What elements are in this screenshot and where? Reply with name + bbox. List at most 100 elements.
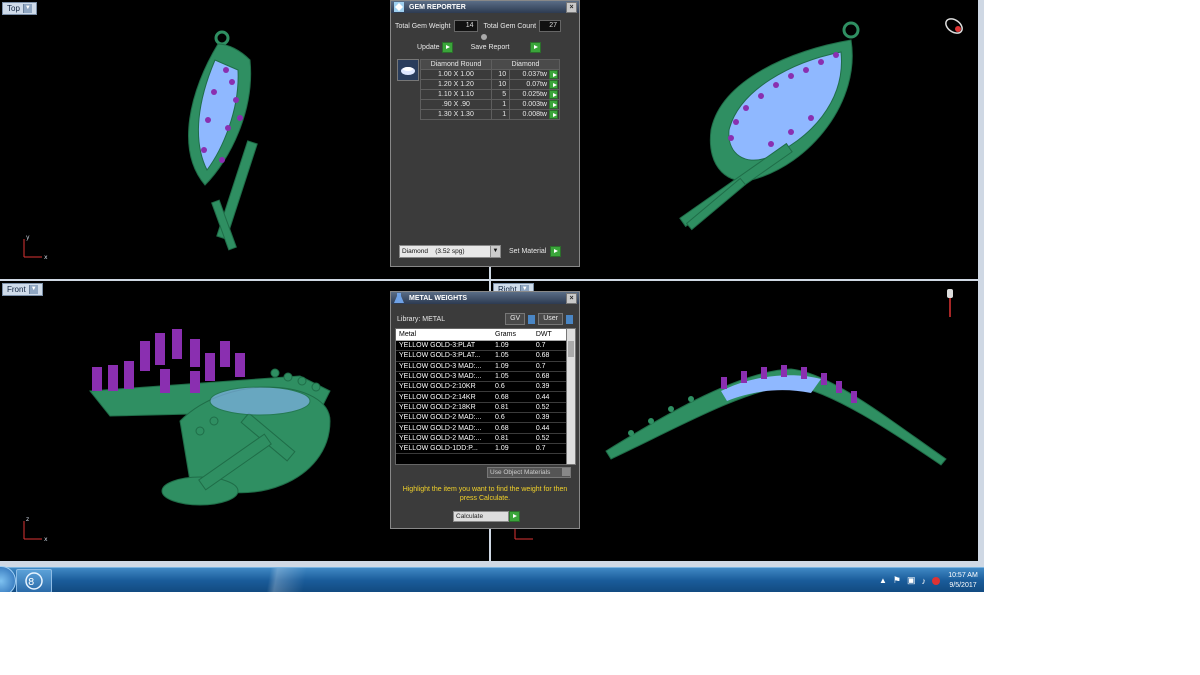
gem-weight-cell: 0.037tw bbox=[509, 69, 560, 80]
taskbar: 8 ▲ ⚑ ▣ ♪ 10:57 AM 9/5/2017 bbox=[0, 566, 984, 592]
metal-table-row[interactable]: YELLOW GOLD-2 MAD:... 0.6 0.39 bbox=[396, 412, 566, 424]
volume-icon[interactable]: ♪ bbox=[922, 576, 927, 586]
gem-table-row[interactable]: 1.00 X 1.00 10 0.037tw bbox=[420, 69, 560, 80]
gem-weight-value: 0.07tw bbox=[526, 81, 547, 88]
metal-table-row[interactable]: YELLOW GOLD-2:14KR 0.68 0.44 bbox=[396, 391, 566, 403]
flag-icon[interactable]: ⚑ bbox=[893, 575, 901, 586]
metal-dwt-cell: 0.44 bbox=[532, 391, 566, 403]
metal-table-row[interactable]: YELLOW GOLD-2:10KR 0.6 0.39 bbox=[396, 381, 566, 393]
chevron-down-icon: ▼ bbox=[490, 246, 500, 257]
start-button[interactable] bbox=[0, 566, 16, 592]
axis-x-label: x bbox=[44, 536, 48, 543]
play-icon[interactable] bbox=[549, 70, 558, 79]
clock[interactable]: 10:57 AM 9/5/2017 bbox=[946, 571, 980, 591]
gem-totals-row: Total Gem Weight 14 Total Gem Count 27 bbox=[395, 20, 562, 32]
metal-table-scrollbar[interactable] bbox=[566, 328, 576, 465]
metal-table-row[interactable]: YELLOW GOLD-1DD:P... 1.09 0.7 bbox=[396, 443, 566, 455]
col-grams[interactable]: Grams bbox=[492, 329, 533, 341]
user-button[interactable]: User bbox=[538, 313, 563, 325]
gem-weight-cell: 0.008tw bbox=[509, 109, 560, 120]
info-icon[interactable] bbox=[566, 314, 573, 324]
gem-icon bbox=[394, 2, 404, 12]
total-count-field: 27 bbox=[539, 20, 562, 32]
metal-table-row[interactable]: YELLOW GOLD-3:PLAT... 1.05 0.68 bbox=[396, 350, 566, 362]
axis-z-label: z bbox=[26, 516, 29, 523]
set-material-label: Set Material bbox=[509, 248, 547, 255]
metal-table-row[interactable]: YELLOW GOLD-2 MAD:... 0.68 0.44 bbox=[396, 422, 566, 434]
close-icon[interactable]: × bbox=[566, 2, 577, 13]
gem-size-cell: .90 X .90 bbox=[420, 99, 492, 110]
gem-table-row[interactable]: 1.30 X 1.30 1 0.008tw bbox=[420, 109, 560, 120]
play-icon bbox=[529, 42, 541, 53]
header-shape: Diamond Round bbox=[420, 59, 492, 70]
checkbox-icon bbox=[562, 468, 570, 476]
metal-table-row[interactable]: YELLOW GOLD-3 MAD:... 1.05 0.68 bbox=[396, 371, 566, 383]
gem-table-row[interactable]: 1.20 X 1.20 10 0.07tw bbox=[420, 79, 560, 90]
update-label: Update bbox=[417, 44, 440, 51]
metal-table-row[interactable]: YELLOW GOLD-2:18KR 0.81 0.52 bbox=[396, 402, 566, 414]
metal-grams-cell: 1.09 bbox=[492, 340, 533, 352]
use-object-materials-toggle[interactable]: Use Object Materials bbox=[487, 467, 571, 478]
metal-name-cell: YELLOW GOLD-3 MAD:... bbox=[396, 371, 492, 383]
gem-count-cell: 10 bbox=[490, 79, 511, 90]
use-object-materials-label: Use Object Materials bbox=[490, 469, 551, 476]
play-icon bbox=[550, 246, 562, 257]
axis-gizmo: z x bbox=[22, 513, 52, 543]
metal-table-row[interactable]: YELLOW GOLD-3 MAD:... 1.09 0.7 bbox=[396, 361, 566, 372]
camera-icon[interactable] bbox=[942, 287, 958, 321]
material-select[interactable]: Diamond (3.52 spg) ▼ bbox=[399, 245, 501, 258]
metal-grams-cell: 0.81 bbox=[492, 402, 533, 414]
calculate-button[interactable]: Calculate bbox=[453, 511, 520, 522]
collapse-handle-icon[interactable] bbox=[481, 34, 487, 40]
gem-count-cell: 5 bbox=[490, 89, 511, 100]
gem-weight-value: 0.025tw bbox=[522, 91, 547, 98]
save-report-button[interactable]: Save Report bbox=[471, 42, 541, 53]
col-metal[interactable]: Metal bbox=[396, 329, 492, 341]
taskbar-app-button[interactable]: 8 bbox=[16, 569, 52, 592]
system-tray: ▲ ⚑ ▣ ♪ 10:57 AM 9/5/2017 bbox=[879, 568, 980, 592]
metal-name-cell: YELLOW GOLD-3 MAD:... bbox=[396, 361, 492, 372]
total-weight-label: Total Gem Weight bbox=[395, 22, 451, 30]
play-icon[interactable] bbox=[549, 100, 558, 109]
metal-table-container[interactable]: Metal Grams DWT YELLOW GOLD-3:PLAT 1.09 0.… bbox=[395, 328, 567, 465]
axis-gizmo: y x bbox=[22, 231, 52, 261]
gem-actions-row: Update Save Report bbox=[417, 42, 541, 53]
metal-name-cell: YELLOW GOLD-2 MAD:... bbox=[396, 422, 492, 434]
metal-dwt-cell: 0.39 bbox=[532, 381, 566, 393]
metal-grams-cell: 1.09 bbox=[492, 361, 533, 372]
play-icon[interactable] bbox=[549, 110, 558, 119]
metal-dwt-cell: 0.52 bbox=[532, 433, 566, 444]
gem-size-cell: 1.30 X 1.30 bbox=[420, 109, 492, 120]
metal-table-row[interactable]: YELLOW GOLD-3:PLAT 1.09 0.7 bbox=[396, 340, 566, 352]
info-icon[interactable] bbox=[528, 314, 536, 324]
metal-table-row[interactable]: YELLOW GOLD-2 MAD:... 0.81 0.52 bbox=[396, 433, 566, 444]
app-logo-icon: 8 bbox=[25, 572, 43, 590]
play-icon[interactable] bbox=[549, 80, 558, 89]
gv-button[interactable]: GV bbox=[505, 313, 526, 325]
gem-count-cell: 10 bbox=[490, 69, 511, 80]
calculate-label: Calculate bbox=[453, 511, 509, 522]
metal-grams-cell: 0.81 bbox=[492, 433, 533, 444]
network-icon[interactable]: ▣ bbox=[907, 575, 916, 586]
play-icon[interactable] bbox=[549, 90, 558, 99]
diamond-thumbnail-icon[interactable] bbox=[397, 59, 419, 81]
metal-dwt-cell: 0.68 bbox=[532, 350, 566, 362]
gem-reporter-titlebar[interactable]: GEM REPORTER × bbox=[391, 1, 579, 13]
metal-dwt-cell: 0.7 bbox=[532, 340, 566, 352]
header-material: Diamond bbox=[490, 59, 561, 70]
metal-name-cell: YELLOW GOLD-2:10KR bbox=[396, 381, 492, 393]
update-button[interactable]: Update bbox=[417, 42, 453, 53]
close-icon[interactable]: × bbox=[566, 293, 577, 304]
render-icon[interactable] bbox=[942, 14, 966, 38]
metal-weights-titlebar[interactable]: METAL WEIGHTS × bbox=[391, 292, 579, 304]
gem-reporter-panel: GEM REPORTER × Total Gem Weight 14 Total… bbox=[390, 0, 580, 267]
col-dwt[interactable]: DWT bbox=[532, 329, 566, 341]
show-hidden-icons-icon[interactable]: ▲ bbox=[879, 576, 887, 585]
gem-table-row[interactable]: .90 X .90 1 0.003tw bbox=[420, 99, 560, 110]
metal-grams-cell: 0.6 bbox=[492, 412, 533, 424]
security-icon[interactable] bbox=[932, 576, 940, 585]
metal-weights-title: METAL WEIGHTS bbox=[409, 294, 468, 302]
set-material-button[interactable]: Set Material bbox=[509, 246, 562, 257]
gem-table-row[interactable]: 1.10 X 1.10 5 0.025tw bbox=[420, 89, 560, 100]
scrollbar-thumb[interactable] bbox=[568, 341, 574, 357]
